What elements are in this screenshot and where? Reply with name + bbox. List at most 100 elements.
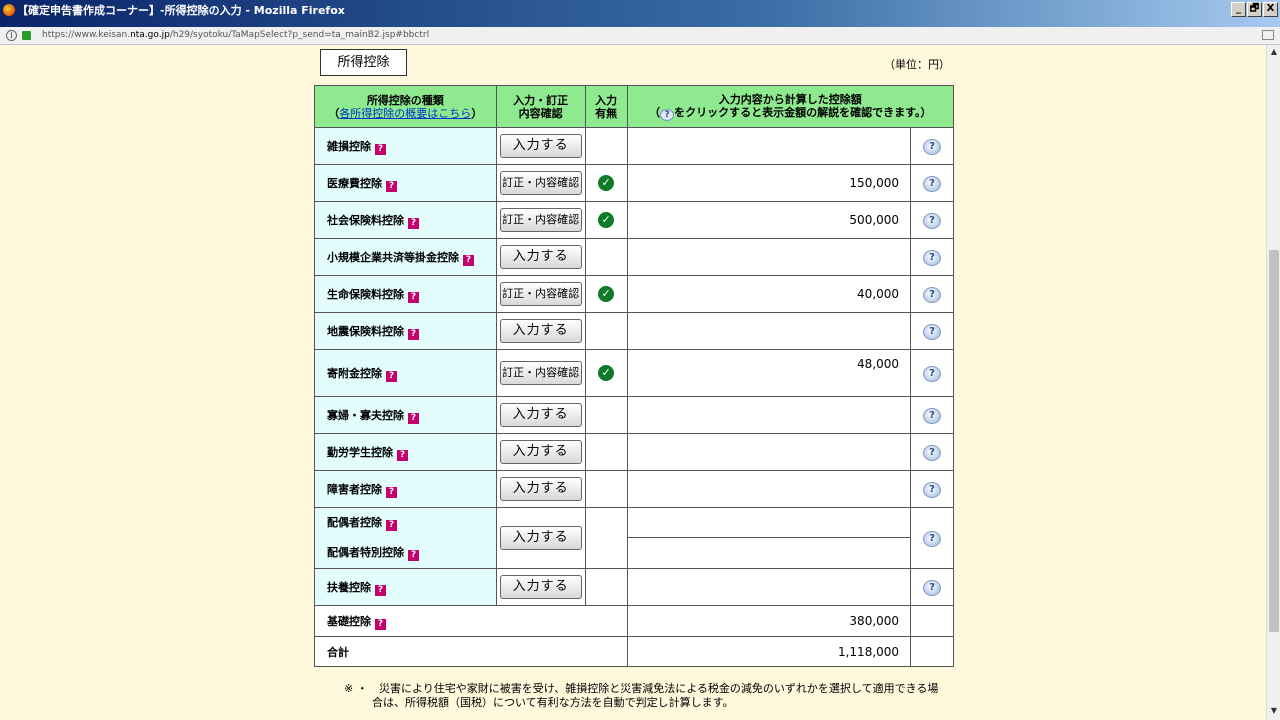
firefox-icon: [3, 4, 15, 16]
question-icon[interactable]: ?: [375, 584, 386, 596]
amount-cell: [626, 470, 912, 508]
correct-button[interactable]: 訂正・内容確認: [499, 208, 582, 232]
help-icon[interactable]: ?: [923, 530, 942, 547]
help-icon[interactable]: ?: [923, 407, 942, 424]
overview-link[interactable]: 各所得控除の概要はこちら: [339, 107, 471, 120]
scroll-thumb[interactable]: [1269, 250, 1279, 632]
correct-button[interactable]: 訂正・内容確認: [499, 361, 582, 385]
row-name: 扶養控除?: [314, 568, 497, 606]
help-icon[interactable]: ?: [923, 579, 942, 596]
row-name: 障害者控除?: [314, 470, 497, 508]
help-icon[interactable]: ?: [923, 212, 942, 229]
address-bar[interactable]: i https://www.keisan.nta.go.jp/h29/syoto…: [0, 27, 1280, 45]
page-content: 所得控除 （単位：円） 所得控除の種類 （各所得控除の概要はこちら） 入力・訂正…: [0, 45, 1266, 720]
header-input: 入力・訂正 内容確認: [495, 85, 586, 128]
row-name: 配偶者控除?: [314, 507, 497, 538]
help-icon[interactable]: ?: [923, 444, 942, 461]
input-button[interactable]: 入力する: [499, 134, 582, 158]
table-row: 配偶者特別控除?: [314, 537, 954, 569]
table-row: 寄附金控除? 訂正・内容確認 ✓ 48,000 ?: [314, 349, 954, 397]
basic-row: 基礎控除? 380,000: [314, 605, 954, 637]
row-name: 地震保険料控除?: [314, 312, 497, 350]
question-icon[interactable]: ?: [408, 291, 419, 303]
input-button[interactable]: 入力する: [499, 319, 582, 343]
question-icon[interactable]: ?: [408, 412, 419, 424]
amount-cell: [626, 537, 912, 569]
check-icon: ✓: [598, 212, 615, 228]
window-title: 【確定申告書作成コーナー】-所得控除の入力 - Mozilla Firefox: [17, 4, 345, 17]
minimize-button[interactable]: _: [1231, 2, 1246, 17]
table-header-row: 所得控除の種類 （各所得控除の概要はこちら） 入力・訂正 内容確認 入力 有無 入力…: [314, 85, 955, 128]
table-row: 小規模企業共済等掛金控除? 入力する ?: [314, 238, 954, 276]
row-name: 寄附金控除?: [314, 349, 497, 397]
section-tab: 所得控除: [320, 49, 407, 76]
check-icon: ✓: [598, 365, 615, 381]
question-icon[interactable]: ?: [408, 550, 419, 562]
input-button[interactable]: 入力する: [499, 477, 582, 501]
row-name: 小規模企業共済等掛金控除?: [314, 238, 497, 276]
correct-button[interactable]: 訂正・内容確認: [499, 282, 582, 306]
header-kind: 所得控除の種類 （各所得控除の概要はこちら）: [314, 85, 497, 128]
question-icon[interactable]: ?: [386, 180, 397, 192]
footnote: ※ ・ 災害により住宅や家財に被害を受け、雑損控除と災害減免法による税金の減免の…: [344, 682, 939, 709]
row-name: 配偶者特別控除?: [314, 537, 497, 569]
row-name: 勤労学生控除?: [314, 433, 497, 471]
input-button[interactable]: 入力する: [499, 575, 582, 599]
question-icon[interactable]: ?: [463, 254, 474, 266]
row-name: 寡婦・寡夫控除?: [314, 396, 497, 434]
help-icon[interactable]: ?: [923, 175, 942, 192]
url-text[interactable]: https://www.keisan.nta.go.jp/h29/syotoku…: [42, 30, 429, 40]
help-icon[interactable]: ?: [923, 365, 942, 382]
info-icon[interactable]: i: [6, 30, 17, 41]
input-button[interactable]: 入力する: [499, 403, 582, 427]
table-row: 地震保険料控除? 入力する ?: [314, 312, 954, 350]
amount-cell: 380,000: [626, 605, 912, 637]
help-icon[interactable]: ?: [923, 481, 942, 498]
question-icon[interactable]: ?: [386, 520, 397, 532]
scroll-up-icon[interactable]: ▲: [1269, 47, 1279, 57]
total-row: 合計 1,118,000: [314, 636, 954, 667]
question-icon[interactable]: ?: [408, 328, 419, 340]
check-icon: ✓: [598, 286, 615, 302]
deduction-table: 所得控除の種類 （各所得控除の概要はこちら） 入力・訂正 内容確認 入力 有無 入力…: [314, 85, 955, 667]
restore-button[interactable]: 🗗: [1247, 2, 1262, 17]
window-titlebar: 【確定申告書作成コーナー】-所得控除の入力 - Mozilla Firefox …: [0, 0, 1280, 27]
window-controls: _ 🗗 X: [1231, 2, 1278, 17]
question-icon[interactable]: ?: [375, 143, 386, 155]
input-button[interactable]: 入力する: [499, 440, 582, 464]
unit-label: （単位：円）: [884, 58, 950, 71]
input-button[interactable]: 入力する: [499, 245, 582, 269]
help-icon[interactable]: ?: [923, 286, 942, 303]
question-icon[interactable]: ?: [386, 370, 397, 382]
header-has: 入力 有無: [584, 85, 628, 128]
row-name: 医療費控除?: [314, 164, 497, 202]
correct-button[interactable]: 訂正・内容確認: [499, 171, 582, 195]
help-icon[interactable]: ?: [923, 249, 942, 266]
help-icon[interactable]: ?: [923, 323, 942, 340]
question-icon[interactable]: ?: [386, 486, 397, 498]
reader-view-icon[interactable]: [1262, 30, 1274, 40]
scroll-down-icon[interactable]: ▼: [1269, 706, 1279, 716]
table-row: 寡婦・寡夫控除? 入力する ?: [314, 396, 954, 434]
table-row: 勤労学生控除? 入力する ?: [314, 433, 954, 471]
row-name: 基礎控除?: [314, 605, 628, 637]
close-button[interactable]: X: [1263, 2, 1278, 17]
input-button[interactable]: 入力する: [499, 526, 582, 550]
check-icon: ✓: [598, 175, 615, 191]
help-icon[interactable]: ?: [923, 138, 942, 155]
row-name: 生命保険料控除?: [314, 275, 497, 313]
vertical-scrollbar[interactable]: ▲ ▼: [1266, 45, 1280, 720]
table-row: 医療費控除? 訂正・内容確認 ✓ 150,000 ?: [314, 164, 954, 202]
total-amount: 1,118,000: [626, 636, 912, 667]
question-icon[interactable]: ?: [375, 618, 386, 630]
question-icon[interactable]: ?: [408, 217, 419, 229]
help-icon: ?: [660, 108, 675, 121]
question-icon[interactable]: ?: [397, 449, 408, 461]
table-row: 障害者控除? 入力する ?: [314, 470, 954, 508]
table-row: 雑損控除? 入力する ?: [314, 127, 954, 165]
row-name: 社会保険料控除?: [314, 201, 497, 239]
lock-icon[interactable]: [22, 31, 31, 40]
amount-cell: [626, 312, 912, 350]
table-row: 生命保険料控除? 訂正・内容確認 ✓ 40,000 ?: [314, 275, 954, 313]
amount-cell: [626, 507, 912, 538]
